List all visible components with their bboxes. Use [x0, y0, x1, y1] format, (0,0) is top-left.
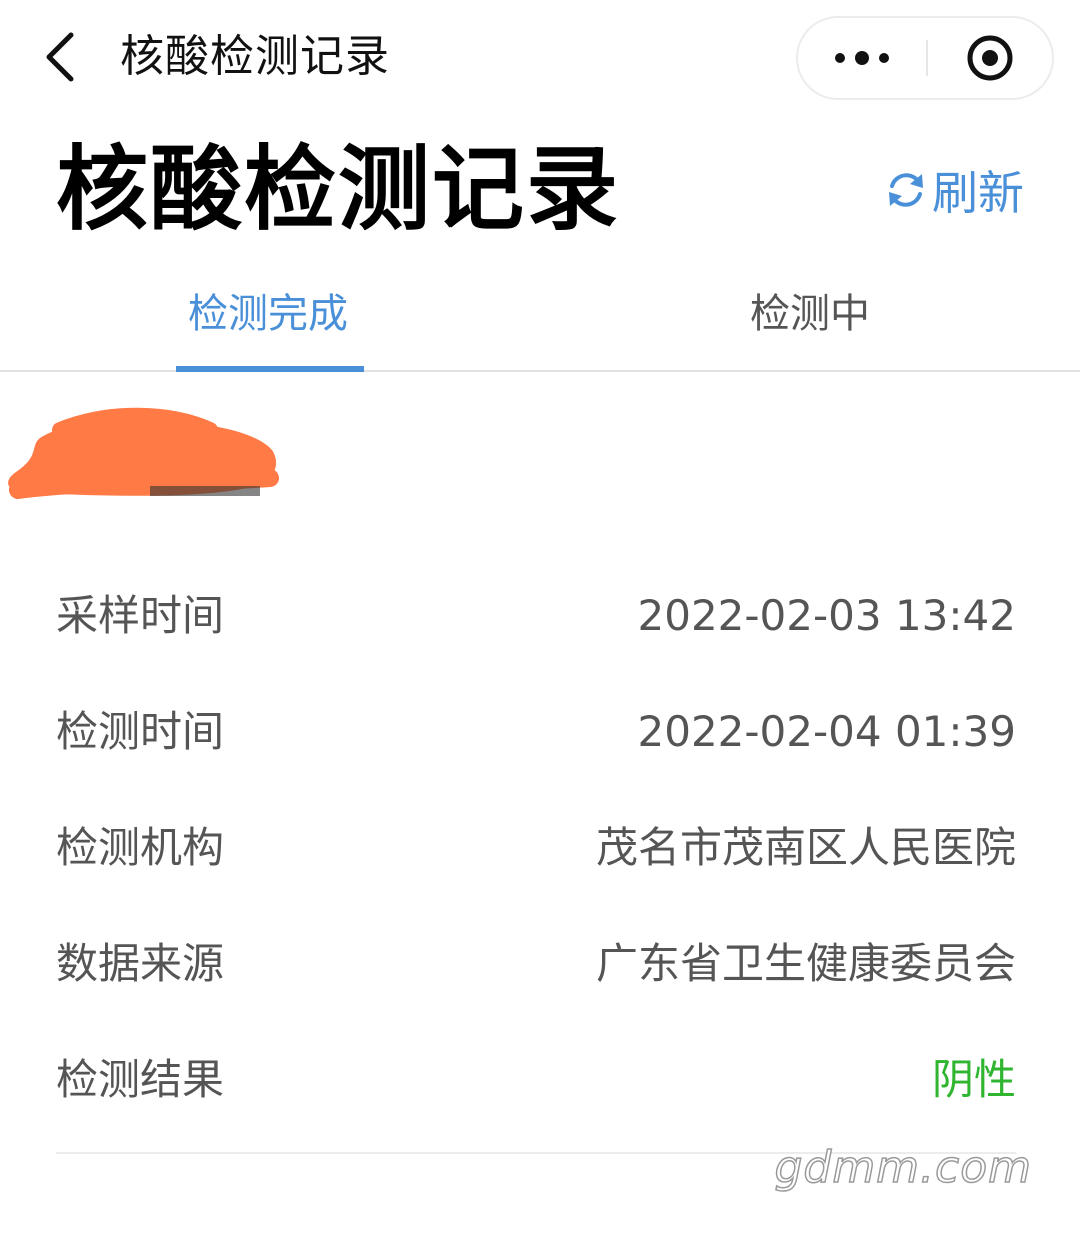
- tab-completed[interactable]: 检测完成: [188, 286, 348, 342]
- row-value: 广东省卫生健康委员会: [595, 939, 1016, 988]
- more-button[interactable]: [798, 18, 926, 98]
- refresh-button[interactable]: 刷新: [884, 158, 1024, 222]
- row-value: 2022-02-03 13:42: [637, 591, 1016, 640]
- watermark: gdmm.com: [774, 1141, 1032, 1194]
- navigation-bar: 核酸检测记录: [0, 0, 1080, 120]
- row-label: 检测结果: [56, 1055, 225, 1104]
- row-data-source: 数据来源 广东省卫生健康委员会: [56, 930, 1016, 1000]
- page-title: 核酸检测记录: [56, 136, 621, 243]
- row-test-institution: 检测机构 茂名市茂南区人民医院: [56, 814, 1016, 884]
- nucleic-test-records-page: 核酸检测记录 核酸检测记录 刷新 检测完成 检测中 采样时间 2022-02-0…: [0, 0, 1080, 1233]
- row-value: 茂名市茂南区人民医院: [595, 823, 1016, 872]
- mini-program-capsule: [796, 16, 1054, 100]
- chevron-left-icon: [46, 32, 74, 82]
- row-label: 检测时间: [56, 707, 225, 756]
- tab-in-progress[interactable]: 检测中: [750, 286, 870, 342]
- row-test-result: 检测结果 阴性: [56, 1046, 1016, 1116]
- close-mini-program-button[interactable]: [928, 18, 1052, 98]
- refresh-icon: [889, 173, 923, 207]
- row-label: 检测机构: [56, 823, 225, 872]
- status-tabs: 检测完成 检测中: [0, 272, 1080, 372]
- refresh-label: 刷新: [932, 166, 1024, 220]
- target-circle-icon: [967, 35, 1013, 81]
- row-test-time: 检测时间 2022-02-04 01:39: [56, 698, 1016, 768]
- redacted-name: [8, 407, 279, 499]
- back-button[interactable]: [30, 22, 90, 92]
- row-label: 数据来源: [56, 939, 225, 988]
- row-label: 采样时间: [56, 591, 225, 640]
- row-sampling-time: 采样时间 2022-02-03 13:42: [56, 582, 1016, 652]
- result-value: 阴性: [931, 1055, 1016, 1104]
- more-dots-icon: [835, 51, 889, 65]
- active-tab-indicator: [176, 366, 364, 372]
- navbar-title: 核酸检测记录: [120, 31, 390, 82]
- row-value: 2022-02-04 01:39: [637, 707, 1016, 756]
